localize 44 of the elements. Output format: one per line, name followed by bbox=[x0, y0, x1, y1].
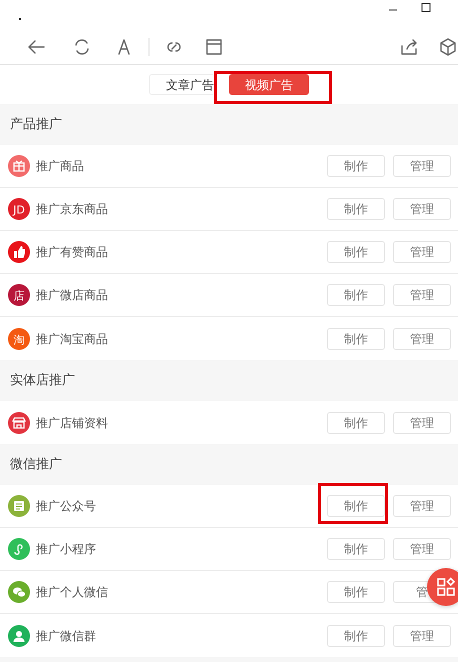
apps-icon bbox=[436, 577, 456, 597]
manage-button[interactable]: 管理 bbox=[393, 624, 451, 646]
make-button[interactable]: 制作 bbox=[327, 241, 385, 263]
make-button[interactable]: 制作 bbox=[327, 198, 385, 220]
manage-button[interactable]: 管理 bbox=[393, 538, 451, 560]
make-button[interactable]: 制作 bbox=[327, 328, 385, 350]
make-button[interactable]: 制作 bbox=[327, 624, 385, 646]
manage-button[interactable]: 管理 bbox=[393, 495, 451, 517]
logo-icon: JD bbox=[8, 198, 30, 220]
item-label: 推广京东商品 bbox=[36, 201, 109, 218]
maximize-icon[interactable] bbox=[420, 2, 432, 14]
section-header: 实体店推广 bbox=[9, 372, 76, 390]
item-label: 推广商品 bbox=[36, 158, 85, 175]
logo-icon: 淘 bbox=[8, 328, 30, 350]
manage-button[interactable]: 管理 bbox=[393, 328, 451, 350]
logo-icon: 店 bbox=[8, 284, 30, 306]
make-button[interactable]: 制作 bbox=[327, 284, 385, 306]
make-button[interactable]: 制作 bbox=[327, 495, 385, 517]
cube-icon[interactable] bbox=[438, 37, 458, 57]
manage-button[interactable]: 管理 bbox=[393, 412, 451, 434]
share-icon[interactable] bbox=[399, 37, 419, 57]
toolbar-divider bbox=[148, 38, 150, 56]
make-button[interactable]: 制作 bbox=[327, 155, 385, 177]
app-icon bbox=[18, 17, 22, 21]
item-label: 推广有赞商品 bbox=[36, 244, 109, 261]
item-label: 推广公众号 bbox=[36, 498, 97, 515]
item-label: 推广小程序 bbox=[36, 541, 97, 558]
item-label: 推广店铺资料 bbox=[36, 414, 109, 432]
item-label: 推广微信群 bbox=[36, 628, 97, 644]
make-button[interactable]: 制作 bbox=[327, 581, 385, 603]
section-header: 产品推广 bbox=[9, 116, 63, 134]
manage-button[interactable]: 管理 bbox=[393, 155, 451, 177]
manage-button[interactable]: 管理 bbox=[393, 198, 451, 220]
section-header: 微信推广 bbox=[9, 456, 63, 474]
window-icon[interactable] bbox=[204, 37, 224, 57]
tab[interactable]: 文章广告 bbox=[149, 74, 215, 95]
make-button[interactable]: 制作 bbox=[327, 412, 385, 434]
item-label: 推广个人微信 bbox=[36, 584, 109, 601]
item-label: 推广淘宝商品 bbox=[36, 330, 109, 348]
tab[interactable]: 视频广告 bbox=[229, 74, 309, 95]
make-button[interactable]: 制作 bbox=[327, 538, 385, 560]
manage-button[interactable]: 管理 bbox=[393, 241, 451, 263]
manage-button[interactable]: 管理 bbox=[393, 284, 451, 306]
item-label: 推广微店商品 bbox=[36, 287, 109, 304]
